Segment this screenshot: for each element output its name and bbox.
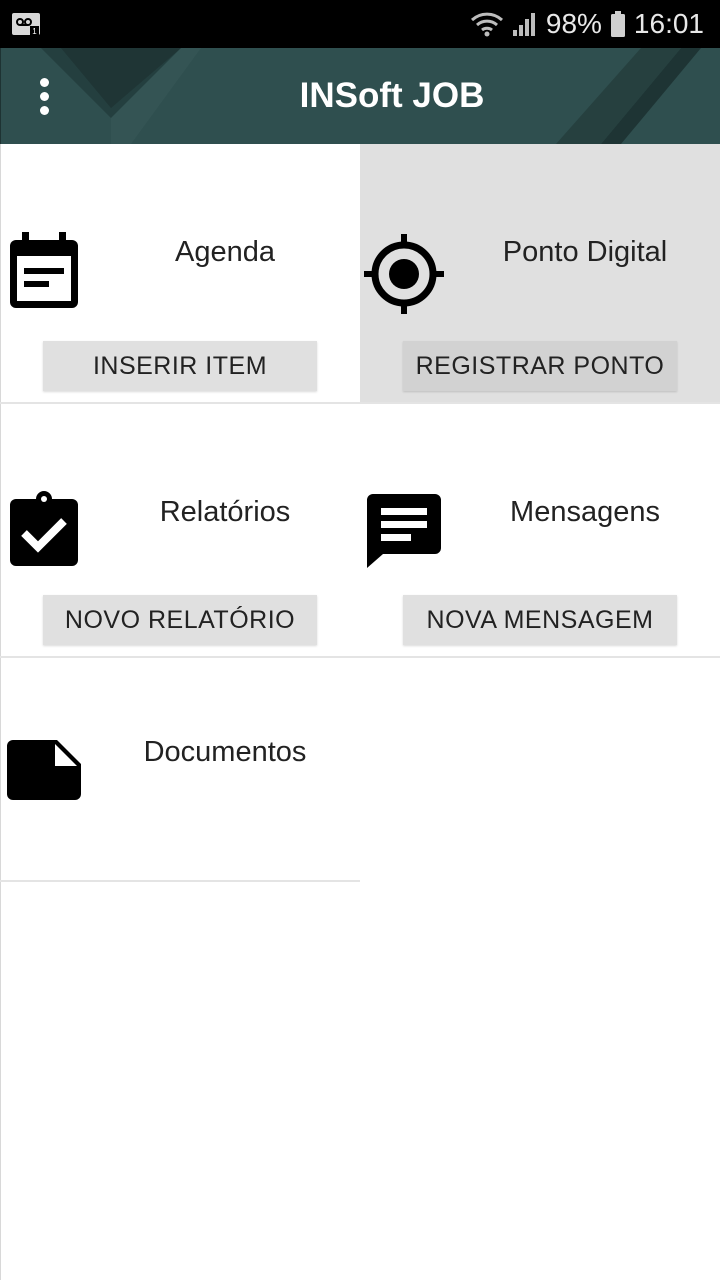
tile-title-agenda: Agenda xyxy=(175,236,275,268)
inserir-item-button[interactable]: INSERIR ITEM xyxy=(43,341,317,391)
clipboard-check-icon xyxy=(10,491,78,566)
clock: 16:01 xyxy=(633,8,704,39)
battery-icon xyxy=(610,11,625,37)
novo-relatorio-button[interactable]: NOVO RELATÓRIO xyxy=(43,595,317,645)
signal-icon xyxy=(512,13,535,36)
tile-relatorios[interactable]: Relatórios NOVO RELATÓRIO xyxy=(0,404,360,656)
tile-title-ponto-digital: Ponto Digital xyxy=(502,236,668,268)
status-bar: 1 98% 16:01 xyxy=(0,0,720,48)
tile-ponto-digital[interactable]: Ponto Digital REGISTRAR PONTO xyxy=(360,144,720,402)
svg-text:1: 1 xyxy=(32,27,37,35)
app-bar: INSoft JOB xyxy=(0,48,720,144)
nova-mensagem-button[interactable]: NOVA MENSAGEM xyxy=(403,595,677,645)
row-divider xyxy=(0,880,360,882)
app-title: INSoft JOB xyxy=(299,76,485,115)
voicemail-icon: 1 xyxy=(12,13,40,35)
tile-title-documentos: Documentos xyxy=(143,736,307,768)
tile-title-relatorios: Relatórios xyxy=(159,496,291,528)
tile-title-mensagens: Mensagens xyxy=(510,496,660,528)
registrar-ponto-button[interactable]: REGISTRAR PONTO xyxy=(403,341,677,391)
wifi-icon xyxy=(470,12,503,37)
document-icon xyxy=(7,740,81,800)
message-icon xyxy=(367,494,441,568)
tile-documentos[interactable]: Documentos xyxy=(0,658,360,880)
tile-mensagens[interactable]: Mensagens NOVA MENSAGEM xyxy=(360,404,720,656)
tile-agenda[interactable]: Agenda INSERIR ITEM xyxy=(0,144,360,402)
gps-target-icon xyxy=(364,234,444,314)
calendar-icon xyxy=(10,232,78,308)
battery-percent: 98% xyxy=(545,8,602,39)
